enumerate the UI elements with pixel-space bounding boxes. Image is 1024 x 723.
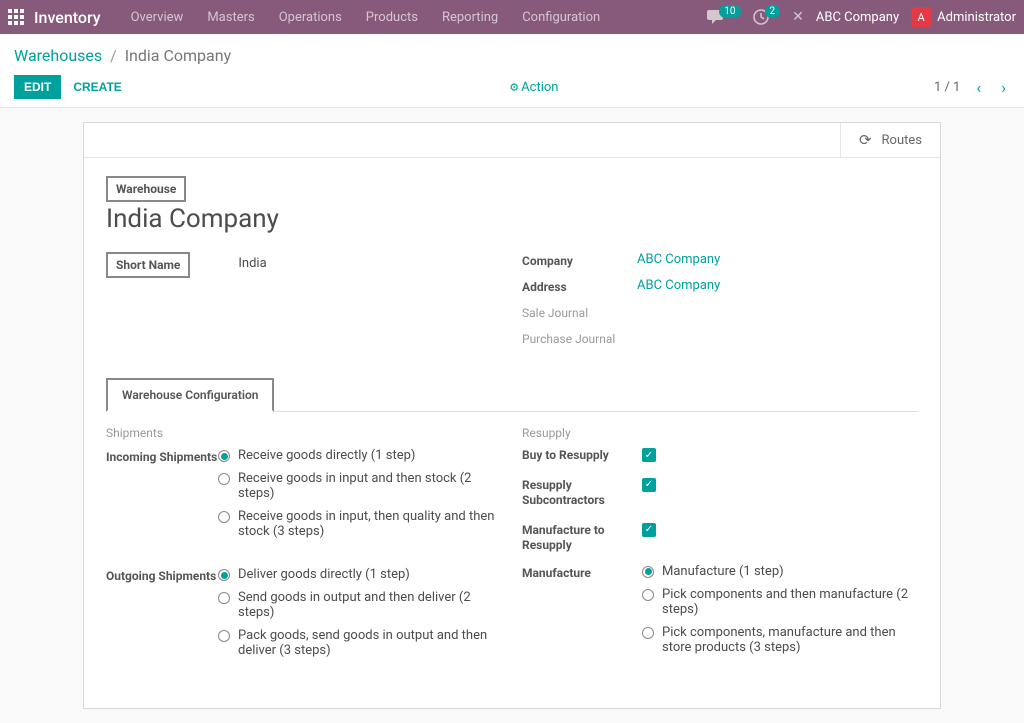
debug-icon[interactable]: ✕	[792, 9, 804, 25]
incoming-opt-1[interactable]: Receive goods directly (1 step)	[218, 448, 502, 463]
control-panel: Warehouses / India Company EDIT CREATE ⚙…	[0, 34, 1024, 107]
activities-icon[interactable]: 2	[753, 9, 781, 25]
sale-journal-label: Sale Journal	[522, 304, 637, 320]
nav-right: 10 2 ✕ ABC Company A Administrator	[707, 7, 1016, 27]
avatar: A	[911, 7, 931, 27]
routes-button[interactable]: ⟳ Routes	[840, 123, 940, 157]
buy-resupply-checkbox[interactable]: ✓	[642, 448, 656, 462]
user-menu[interactable]: A Administrator	[911, 7, 1016, 27]
address-label: Address	[522, 278, 637, 294]
shipments-title: Shipments	[106, 426, 502, 440]
incoming-opt-2[interactable]: Receive goods in input and then stock (2…	[218, 471, 502, 501]
app-brand[interactable]: Inventory	[34, 8, 101, 27]
nav-products[interactable]: Products	[356, 2, 428, 33]
outgoing-label: Outgoing Shipments	[106, 567, 218, 666]
tab-content: Shipments Incoming Shipments Receive goo…	[84, 412, 940, 708]
radio-icon	[218, 511, 230, 523]
resupply-title: Resupply	[522, 426, 918, 440]
tab-warehouse-config[interactable]: Warehouse Configuration	[106, 378, 274, 412]
outgoing-opt-2[interactable]: Send goods in output and then deliver (2…	[218, 590, 502, 620]
pager-text: 1 / 1	[934, 80, 960, 95]
main-area: ⟳ Routes Warehouse India Company Short N…	[0, 107, 1024, 723]
radio-icon	[642, 589, 654, 601]
radio-icon	[218, 569, 230, 581]
pager-prev[interactable]: ‹	[972, 78, 985, 97]
outgoing-opt-3[interactable]: Pack goods, send goods in output and the…	[218, 628, 502, 658]
nav-menu: Overview Masters Operations Products Rep…	[121, 2, 611, 33]
short-name-label-box: Short Name	[106, 252, 190, 278]
address-value[interactable]: ABC Company	[637, 278, 720, 294]
breadcrumb-current: India Company	[125, 46, 231, 65]
mfg-resupply-checkbox[interactable]: ✓	[642, 523, 656, 537]
pager: 1 / 1 ‹ ›	[934, 78, 1010, 97]
mfg-resupply-label: Manufacture to Resupply	[522, 523, 642, 554]
manufacture-label: Manufacture	[522, 564, 642, 663]
messages-icon[interactable]: 10	[707, 10, 740, 24]
radio-icon	[218, 592, 230, 604]
resupply-subcon-label: Resupply Subcontractors	[522, 478, 642, 509]
nav-masters[interactable]: Masters	[197, 2, 264, 33]
gear-icon: ⚙	[509, 81, 519, 94]
pager-next[interactable]: ›	[997, 78, 1010, 97]
buy-resupply-label: Buy to Resupply	[522, 448, 642, 464]
edit-button[interactable]: EDIT	[14, 75, 61, 99]
nav-operations[interactable]: Operations	[269, 2, 352, 33]
resupply-subcon-checkbox[interactable]: ✓	[642, 478, 656, 492]
radio-icon	[218, 473, 230, 485]
incoming-label: Incoming Shipments	[106, 448, 218, 547]
tab-strip: Warehouse Configuration	[106, 378, 918, 412]
short-name-value: India	[238, 252, 266, 280]
button-box: ⟳ Routes	[84, 123, 940, 158]
company-value[interactable]: ABC Company	[637, 252, 720, 268]
nav-reporting[interactable]: Reporting	[432, 2, 508, 33]
radio-icon	[218, 630, 230, 642]
nav-configuration[interactable]: Configuration	[512, 2, 610, 33]
outgoing-opt-1[interactable]: Deliver goods directly (1 step)	[218, 567, 502, 582]
create-button[interactable]: CREATE	[61, 75, 133, 99]
warehouse-name: India Company	[106, 204, 918, 234]
radio-icon	[218, 450, 230, 462]
radio-icon	[642, 627, 654, 639]
apps-icon[interactable]	[8, 9, 24, 25]
mfg-opt-2[interactable]: Pick components and then manufacture (2 …	[642, 587, 918, 617]
username: Administrator	[937, 10, 1016, 25]
mfg-opt-3[interactable]: Pick components, manufacture and then st…	[642, 625, 918, 655]
company-switcher[interactable]: ABC Company	[816, 10, 899, 25]
breadcrumb: Warehouses / India Company	[14, 46, 1010, 65]
warehouse-label-box: Warehouse	[106, 176, 186, 202]
company-label: Company	[522, 252, 637, 268]
purchase-journal-label: Purchase Journal	[522, 330, 637, 346]
action-menu[interactable]: ⚙Action	[509, 80, 558, 95]
messages-badge: 10	[719, 5, 740, 18]
mfg-opt-1[interactable]: Manufacture (1 step)	[642, 564, 918, 579]
activities-badge: 2	[765, 5, 781, 18]
incoming-opt-3[interactable]: Receive goods in input, then quality and…	[218, 509, 502, 539]
top-nav: Inventory Overview Masters Operations Pr…	[0, 0, 1024, 34]
nav-overview[interactable]: Overview	[121, 2, 194, 33]
breadcrumb-root[interactable]: Warehouses	[14, 46, 102, 65]
form-sheet: ⟳ Routes Warehouse India Company Short N…	[83, 122, 941, 709]
refresh-icon: ⟳	[859, 131, 872, 149]
